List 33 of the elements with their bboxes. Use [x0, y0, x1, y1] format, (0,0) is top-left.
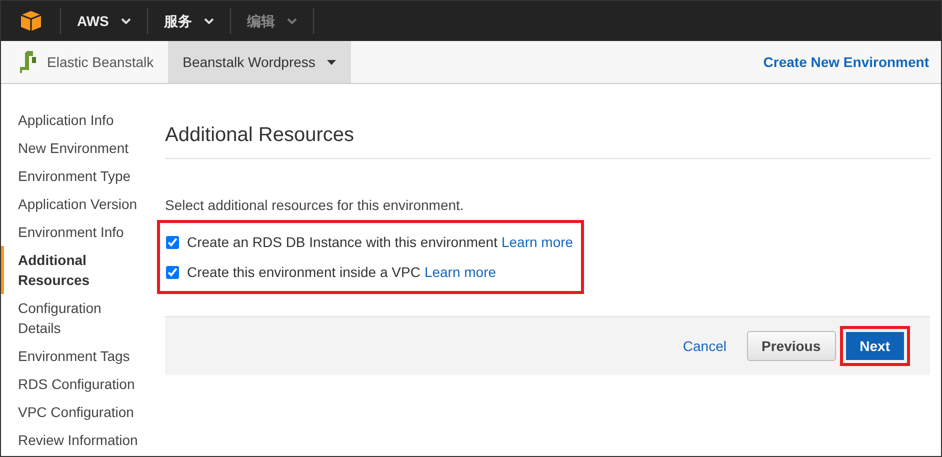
sidebar-item[interactable]: VPC Configuration	[1, 398, 151, 426]
option-label: Create this environment inside a VPC	[187, 262, 420, 282]
previous-button[interactable]: Previous	[746, 331, 836, 361]
sidebar-item[interactable]: New Environment	[1, 134, 151, 162]
learn-more-link[interactable]: Learn more	[501, 232, 574, 252]
sidebar-item[interactable]: Environment Tags	[1, 342, 151, 370]
application-dropdown[interactable]: Beanstalk Wordpress	[168, 41, 352, 83]
chevron-down-icon	[120, 18, 131, 24]
sidebar-item[interactable]: RDS Configuration	[1, 370, 151, 398]
sidebar-item[interactable]: Environment Type	[1, 162, 151, 190]
sidebar-item[interactable]: Application Info	[1, 106, 151, 134]
page-title: Additional Resources	[165, 120, 930, 159]
cancel-link[interactable]: Cancel	[682, 336, 726, 356]
chevron-down-icon	[204, 18, 214, 24]
sidebar-item[interactable]: Review Information	[1, 426, 151, 454]
nav-menu[interactable]: AWS	[61, 8, 148, 34]
chevron-down-icon	[286, 18, 297, 24]
sidebar-item[interactable]: Application Version	[1, 190, 151, 218]
next-button[interactable]: Next	[846, 332, 904, 360]
brand-label: Elastic Beanstalk	[47, 52, 154, 72]
caret-icon	[327, 60, 336, 64]
beanstalk-icon	[19, 49, 39, 75]
checkbox[interactable]	[166, 236, 179, 248]
cube-logo-icon	[20, 10, 42, 32]
checkbox[interactable]	[166, 266, 179, 278]
sidebar-item[interactable]: Additional Resources	[1, 246, 151, 294]
option-label: Create an RDS DB Instance with this environment	[187, 232, 498, 252]
learn-more-link[interactable]: Learn more	[424, 262, 496, 282]
intro-text: Select additional resources for this environment.	[165, 196, 465, 215]
nav-menu[interactable]: 服务	[148, 8, 231, 34]
create-environment-link[interactable]: Create New Environment	[763, 52, 941, 72]
sidebar-item[interactable]: Environment Info	[1, 218, 151, 246]
sidebar-item[interactable]: Configuration Details	[1, 294, 151, 342]
